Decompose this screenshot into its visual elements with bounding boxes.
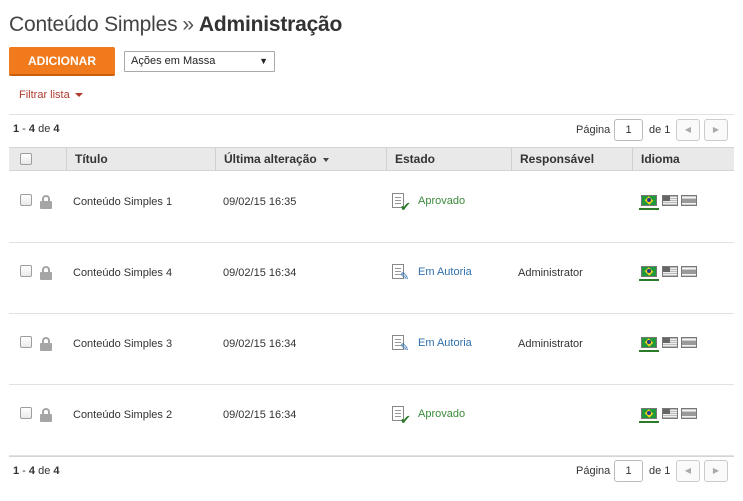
caret-down-icon bbox=[74, 93, 83, 98]
row-status-label: Aprovado bbox=[418, 408, 466, 420]
column-owner[interactable]: Responsável bbox=[511, 148, 632, 170]
lock-icon bbox=[40, 408, 52, 422]
chevron-right-icon: ▶ bbox=[712, 466, 720, 475]
row-title[interactable]: Conteúdo Simples 1 bbox=[73, 196, 172, 208]
row-checkbox[interactable] bbox=[20, 336, 32, 348]
checkmark-icon: ✔ bbox=[400, 199, 411, 214]
row-title[interactable]: Conteúdo Simples 4 bbox=[73, 267, 172, 279]
mass-actions-select[interactable]: Ações em Massa ▼ bbox=[124, 51, 275, 72]
flag-usa-icon[interactable] bbox=[662, 337, 678, 348]
flag-usa-icon[interactable] bbox=[662, 195, 678, 206]
column-language[interactable]: Idioma bbox=[632, 148, 734, 170]
page-of-label: de 1 bbox=[649, 124, 671, 136]
flag-spain-icon[interactable] bbox=[681, 408, 697, 419]
next-page-button[interactable]: ▶ bbox=[704, 119, 728, 141]
page-input[interactable]: 1 bbox=[614, 460, 643, 482]
divider bbox=[9, 456, 734, 457]
row-owner: Administrator bbox=[518, 338, 583, 350]
row-modified: 09/02/15 16:34 bbox=[223, 409, 297, 421]
flag-usa-icon[interactable] bbox=[662, 266, 678, 277]
breadcrumb-current: Administração bbox=[198, 13, 343, 36]
flag-spain-icon[interactable] bbox=[681, 266, 697, 277]
row-status[interactable]: ✔ Aprovado bbox=[392, 193, 502, 214]
lock-icon bbox=[40, 195, 52, 209]
lock-icon bbox=[40, 337, 52, 351]
row-status[interactable]: ✎ Em Autoria bbox=[392, 264, 502, 283]
table-row: Conteúdo Simples 2 09/02/15 16:34 ✔ Aprovad… bbox=[9, 385, 734, 456]
flag-brazil-icon[interactable] bbox=[641, 337, 657, 348]
row-status-label: Em Autoria bbox=[418, 337, 472, 349]
table-row: Conteúdo Simples 4 09/02/15 16:34 ✎ Em Auto… bbox=[9, 243, 734, 314]
flag-usa-icon[interactable] bbox=[662, 408, 678, 419]
page-title: Conteúdo Simples» Administração bbox=[9, 13, 342, 37]
active-language-indicator bbox=[639, 350, 659, 352]
page-label: Página bbox=[576, 124, 611, 136]
pencil-icon: ✎ bbox=[400, 271, 410, 283]
active-language-indicator bbox=[639, 208, 659, 210]
row-status-label: Em Autoria bbox=[418, 266, 472, 278]
next-page-button[interactable]: ▶ bbox=[704, 460, 728, 482]
row-modified: 09/02/15 16:34 bbox=[223, 267, 297, 279]
chevron-left-icon: ◀ bbox=[684, 466, 692, 475]
page-input[interactable]: 1 bbox=[614, 119, 643, 141]
column-status[interactable]: Estado bbox=[386, 148, 511, 170]
lock-icon bbox=[40, 266, 52, 280]
row-status[interactable]: ✎ Em Autoria bbox=[392, 335, 502, 354]
breadcrumb-section: Conteúdo Simples bbox=[9, 13, 178, 36]
pencil-icon: ✎ bbox=[400, 342, 410, 354]
column-last-modified[interactable]: Última alteração bbox=[215, 148, 386, 170]
chevron-right-icon: ▶ bbox=[712, 125, 720, 134]
record-count: 1 - 4 de 4 bbox=[13, 123, 60, 135]
record-count-bottom: 1 - 4 de 4 bbox=[13, 465, 60, 477]
checkmark-icon: ✔ bbox=[400, 412, 411, 427]
chevron-left-icon: ◀ bbox=[684, 125, 692, 134]
table-row: Conteúdo Simples 1 09/02/15 16:35 ✔ Aprovad… bbox=[9, 172, 734, 243]
column-title[interactable]: Título bbox=[66, 148, 215, 170]
pager-top: Página 1 de 1 ◀ ▶ bbox=[576, 119, 734, 141]
flag-spain-icon[interactable] bbox=[681, 337, 697, 348]
prev-page-button[interactable]: ◀ bbox=[676, 119, 700, 141]
prev-page-button[interactable]: ◀ bbox=[676, 460, 700, 482]
flag-spain-icon[interactable] bbox=[681, 195, 697, 206]
breadcrumb-separator: » bbox=[182, 13, 194, 36]
sort-desc-icon bbox=[322, 157, 329, 162]
row-checkbox[interactable] bbox=[20, 265, 32, 277]
mass-actions-value: Ações em Massa bbox=[131, 55, 216, 67]
flag-brazil-icon[interactable] bbox=[641, 195, 657, 206]
dropdown-arrow-icon: ▼ bbox=[259, 56, 268, 66]
page-of-label: de 1 bbox=[649, 465, 671, 477]
filter-list-link[interactable]: Filtrar lista bbox=[19, 89, 83, 101]
row-status-label: Aprovado bbox=[418, 195, 466, 207]
table-row: Conteúdo Simples 3 09/02/15 16:34 ✎ Em Auto… bbox=[9, 314, 734, 385]
row-modified: 09/02/15 16:34 bbox=[223, 338, 297, 350]
row-title[interactable]: Conteúdo Simples 3 bbox=[73, 338, 172, 350]
row-owner: Administrator bbox=[518, 267, 583, 279]
select-all-checkbox[interactable] bbox=[20, 153, 32, 165]
row-title[interactable]: Conteúdo Simples 2 bbox=[73, 409, 172, 421]
row-checkbox[interactable] bbox=[20, 407, 32, 419]
flag-brazil-icon[interactable] bbox=[641, 266, 657, 277]
divider bbox=[9, 114, 734, 115]
page-label: Página bbox=[576, 465, 611, 477]
pager-bottom: Página 1 de 1 ◀ ▶ bbox=[576, 460, 734, 482]
filter-list-label: Filtrar lista bbox=[19, 89, 70, 101]
active-language-indicator bbox=[639, 421, 659, 423]
add-button[interactable]: ADICIONAR bbox=[9, 47, 115, 76]
table-header: Título Última alteração Estado Responsáv… bbox=[9, 147, 734, 171]
row-status[interactable]: ✔ Aprovado bbox=[392, 406, 502, 427]
active-language-indicator bbox=[639, 279, 659, 281]
row-modified: 09/02/15 16:35 bbox=[223, 196, 297, 208]
flag-brazil-icon[interactable] bbox=[641, 408, 657, 419]
row-checkbox[interactable] bbox=[20, 194, 32, 206]
